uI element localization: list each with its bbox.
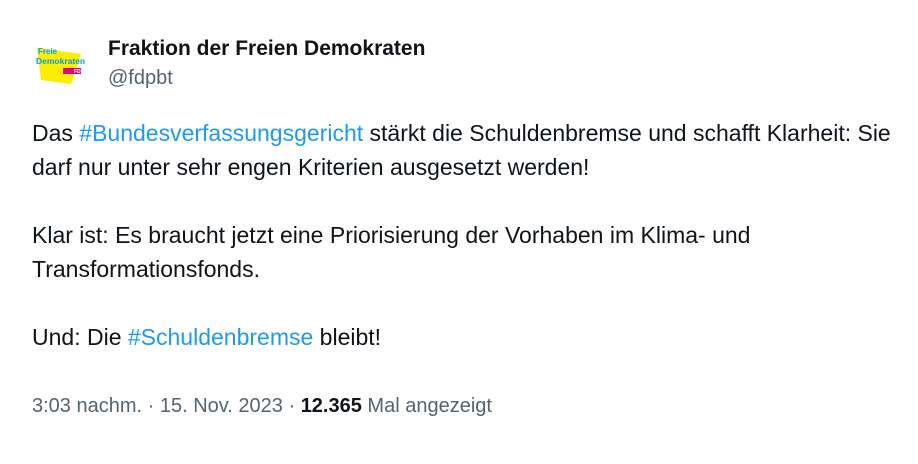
text-segment: bleibt! [313, 324, 382, 350]
tweet-paragraph-3: Und: Die #Schuldenbremse bleibt! [32, 320, 892, 354]
fdp-logo-icon: Freie Demokraten FDP [31, 34, 91, 94]
user-handle[interactable]: @fdpbt [108, 66, 425, 90]
display-name[interactable]: Fraktion der Freien Demokraten [108, 36, 425, 62]
tweet-header: Freie Demokraten FDP Fraktion der Freien… [31, 34, 425, 94]
tweet-time[interactable]: 3:03 nachm. [32, 395, 142, 417]
tweet-date[interactable]: 15. Nov. 2023 [160, 395, 283, 417]
view-count: 12.365 [300, 395, 362, 417]
tweet-card: Freie Demokraten FDP Fraktion der Freien… [0, 0, 918, 464]
avatar[interactable]: Freie Demokraten FDP [31, 34, 91, 94]
tweet-text: Das #Bundesverfassungsgericht stärkt die… [32, 116, 892, 388]
separator: · [282, 395, 301, 417]
view-label: Mal angezeigt [361, 395, 492, 417]
svg-text:Demokraten: Demokraten [36, 56, 85, 66]
hashtag-link[interactable]: #Bundesverfassungsgericht [79, 120, 363, 146]
tweet-paragraph-2: Klar ist: Es braucht jetzt eine Priorisi… [32, 222, 751, 282]
text-segment: Das [32, 120, 80, 146]
tweet-paragraph-1: Das #Bundesverfassungsgericht stärkt die… [32, 116, 892, 184]
svg-text:FDP: FDP [74, 69, 85, 75]
author-names: Fraktion der Freien Demokraten @fdpbt [108, 34, 425, 90]
svg-text:Freie: Freie [38, 47, 58, 56]
tweet-metadata: 3:03 nachm. · 15. Nov. 2023 · 12.365 Mal… [32, 393, 492, 419]
hashtag-link[interactable]: #Schuldenbremse [128, 324, 313, 350]
separator: · [142, 395, 160, 417]
text-segment: Und: Die [32, 324, 128, 350]
